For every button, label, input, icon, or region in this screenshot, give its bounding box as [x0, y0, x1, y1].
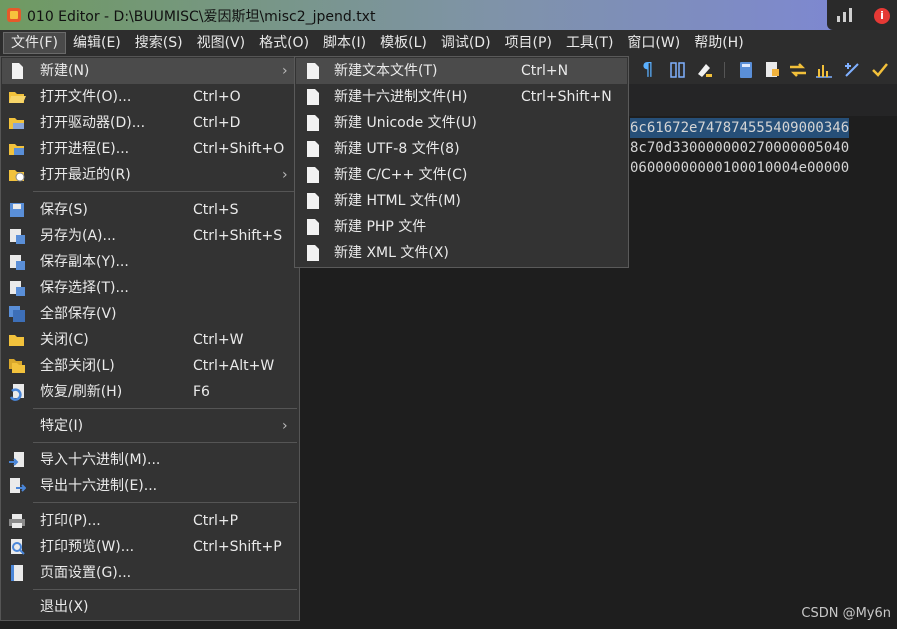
save-as-icon — [10, 229, 25, 244]
menu-item-specific[interactable]: 特定(I) › — [2, 413, 298, 439]
swap-arrows-icon[interactable] — [788, 60, 808, 80]
revert-icon — [9, 384, 24, 401]
close-all-icon — [9, 359, 25, 373]
export-hex-icon — [10, 478, 26, 493]
menu-window[interactable]: 窗口(W) — [620, 32, 687, 54]
submenu-item-new-xml[interactable]: 新建 XML 文件(X) — [296, 240, 627, 266]
pilcrow-icon[interactable]: ¶ — [642, 60, 662, 80]
text-line[interactable]: 6c61672e747874555409000346 — [630, 118, 850, 138]
menu-item-open-recent[interactable]: 打开最近的(R) › — [2, 162, 298, 188]
menu-item-open-process[interactable]: 打开进程(E)... Ctrl+Shift+O — [2, 136, 298, 162]
submenu-item-new-text[interactable]: 新建文本文件(T) Ctrl+N — [296, 58, 627, 84]
print-preview-icon — [11, 539, 25, 555]
submenu-item-new-php[interactable]: 新建 PHP 文件 — [296, 214, 627, 240]
new-file-icon — [307, 167, 319, 183]
document-edit-icon[interactable] — [762, 60, 782, 80]
submenu-item-new-utf8[interactable]: 新建 UTF-8 文件(8) — [296, 136, 627, 162]
menu-item-open-file[interactable]: 打开文件(O)... Ctrl+O — [2, 84, 298, 110]
menu-file[interactable]: 文件(F) — [3, 32, 66, 54]
new-file-icon — [307, 115, 319, 131]
new-file-icon — [307, 89, 319, 105]
close-folder-icon — [9, 335, 24, 346]
menu-project[interactable]: 项目(P) — [498, 32, 559, 54]
menu-edit[interactable]: 编辑(E) — [66, 32, 128, 54]
save-all-icon — [9, 306, 25, 322]
menu-template[interactable]: 模板(L) — [373, 32, 434, 54]
percent-icon[interactable] — [842, 60, 862, 80]
watermark-text: CSDN @My6n — [801, 606, 891, 621]
bar-chart-icon[interactable] — [836, 7, 854, 23]
submenu-item-new-html[interactable]: 新建 HTML 文件(M) — [296, 188, 627, 214]
columns-icon[interactable] — [668, 60, 688, 80]
info-icon[interactable]: i — [874, 8, 890, 24]
highlight-icon[interactable] — [694, 60, 714, 80]
new-file-icon — [307, 193, 319, 209]
submenu-arrow-icon: › — [282, 63, 288, 79]
save-selection-icon — [10, 281, 25, 296]
toolbar: ¶ — [628, 56, 897, 84]
menu-tools[interactable]: 工具(T) — [559, 32, 620, 54]
print-icon — [9, 514, 25, 528]
menu-item-print[interactable]: 打印(P)... Ctrl+P — [2, 508, 298, 534]
new-file-icon — [307, 63, 319, 79]
menu-item-close[interactable]: 关闭(C) Ctrl+W — [2, 327, 298, 353]
menu-item-save-all[interactable]: 全部保存(V) — [2, 301, 298, 327]
window-title: 010 Editor - D:\BUUMISC\爱因斯坦\misc2_jpend… — [27, 9, 376, 25]
menu-item-print-preview[interactable]: 打印预览(W)... Ctrl+Shift+P — [2, 534, 298, 560]
hex-editor-area[interactable]: 6c61672e747874555409000346 8c70d33000000… — [628, 116, 897, 629]
open-folder-icon — [9, 92, 26, 103]
menu-debug[interactable]: 调试(D) — [434, 32, 498, 54]
new-file-icon — [307, 141, 319, 157]
menu-item-new[interactable]: 新建(N) › — [2, 58, 298, 84]
menu-search[interactable]: 搜索(S) — [128, 32, 190, 54]
text-line[interactable]: 06000000000100010004e00000 — [630, 158, 849, 178]
menu-item-export-hex[interactable]: 导出十六进制(E)... — [2, 473, 298, 499]
submenu-arrow-icon: › — [282, 167, 288, 183]
new-file-icon — [307, 219, 319, 235]
open-drive-icon — [9, 118, 24, 129]
file-menu: 新建(N) › 打开文件(O)... Ctrl+O 打开驱动器(D)... Ct… — [0, 56, 300, 621]
menu-format[interactable]: 格式(O) — [252, 32, 316, 54]
page-setup-icon — [11, 565, 23, 581]
save-icon — [10, 203, 24, 217]
calculator-icon[interactable] — [736, 60, 756, 80]
check-percent-icon[interactable] — [870, 60, 890, 80]
menu-item-revert[interactable]: 恢复/刷新(H) F6 — [2, 379, 298, 405]
new-file-icon — [307, 245, 319, 261]
histogram-icon[interactable] — [814, 60, 834, 80]
menu-view[interactable]: 视图(V) — [190, 32, 253, 54]
submenu-arrow-icon: › — [282, 418, 288, 434]
open-recent-icon — [9, 170, 25, 182]
submenu-item-new-unicode[interactable]: 新建 Unicode 文件(U) — [296, 110, 627, 136]
tab-strip — [628, 84, 897, 117]
new-submenu: 新建文本文件(T) Ctrl+N 新建十六进制文件(H) Ctrl+Shift+… — [294, 56, 629, 268]
import-hex-icon — [9, 452, 24, 467]
menu-item-import-hex[interactable]: 导入十六进制(M)... — [2, 447, 298, 473]
menu-item-exit[interactable]: 退出(X) — [2, 594, 298, 620]
menu-item-open-drive[interactable]: 打开驱动器(D)... Ctrl+D — [2, 110, 298, 136]
app-logo-icon — [7, 8, 21, 22]
menu-item-save-selection[interactable]: 保存选择(T)... — [2, 275, 298, 301]
menu-item-page-setup[interactable]: 页面设置(G)... — [2, 560, 298, 586]
menu-script[interactable]: 脚本(I) — [316, 32, 373, 54]
menu-item-save-copy[interactable]: 保存副本(Y)... — [2, 249, 298, 275]
title-bar: 010 Editor - D:\BUUMISC\爱因斯坦\misc2_jpend… — [0, 0, 897, 30]
menu-help[interactable]: 帮助(H) — [687, 32, 750, 54]
text-line[interactable]: 8c70d330000000270000005040 — [630, 138, 849, 158]
menu-item-save-as[interactable]: 另存为(A)... Ctrl+Shift+S — [2, 223, 298, 249]
submenu-item-new-hex[interactable]: 新建十六进制文件(H) Ctrl+Shift+N — [296, 84, 627, 110]
menu-bar: 文件(F) 编辑(E) 搜索(S) 视图(V) 格式(O) 脚本(I) 模板(L… — [0, 30, 897, 56]
new-file-icon — [12, 63, 23, 79]
save-copy-icon — [10, 255, 25, 270]
overlay-widget: i — [827, 0, 897, 30]
menu-item-close-all[interactable]: 全部关闭(L) Ctrl+Alt+W — [2, 353, 298, 379]
open-process-icon — [9, 144, 24, 155]
submenu-item-new-cpp[interactable]: 新建 C/C++ 文件(C) — [296, 162, 627, 188]
menu-item-save[interactable]: 保存(S) Ctrl+S — [2, 197, 298, 223]
